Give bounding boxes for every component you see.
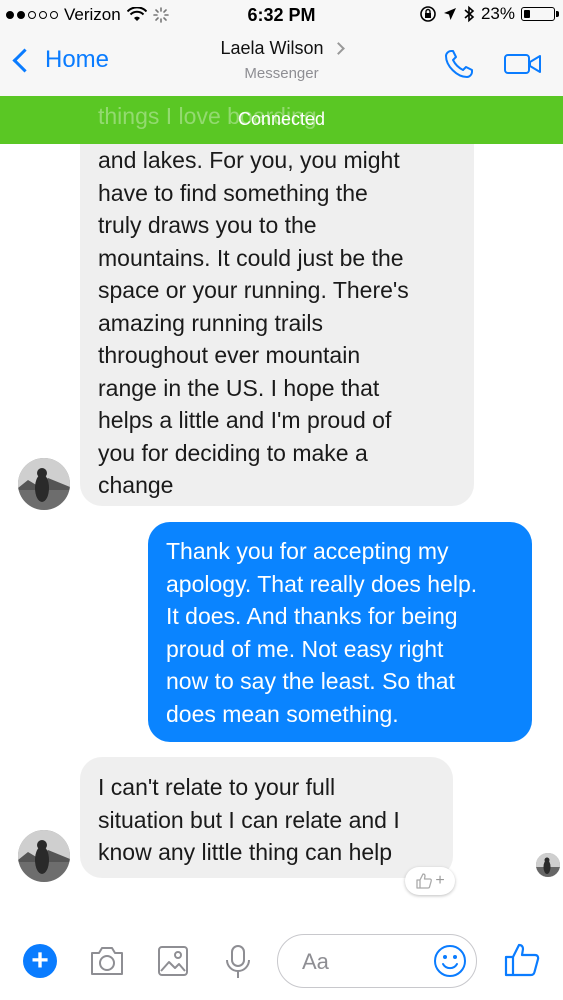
reaction-plus: + (435, 872, 445, 889)
microphone-icon[interactable] (224, 944, 252, 980)
emoji-icon[interactable] (432, 943, 468, 979)
incoming-message[interactable]: I can't relate to your full situation bu… (80, 757, 453, 878)
incoming-message[interactable]: and lakes. For you, you might have to fi… (80, 110, 474, 506)
plus-icon[interactable]: + (23, 944, 57, 978)
connection-status: Connected (237, 109, 326, 129)
read-receipt-avatar (536, 853, 560, 877)
avatar[interactable] (18, 830, 70, 882)
connection-banner: Connected (0, 96, 563, 144)
like-icon[interactable] (503, 942, 541, 978)
gallery-icon[interactable] (156, 944, 190, 978)
message-thread: and lakes. For you, you might have to fi… (0, 0, 563, 1000)
add-reaction-button[interactable]: + (405, 867, 455, 895)
outgoing-message[interactable]: Thank you for accepting my apology. That… (148, 522, 532, 742)
avatar[interactable] (18, 458, 70, 510)
message-input-container[interactable] (277, 934, 477, 988)
thumbs-up-outline-icon (416, 873, 433, 889)
message-input[interactable] (300, 947, 424, 977)
camera-icon[interactable] (88, 944, 126, 978)
